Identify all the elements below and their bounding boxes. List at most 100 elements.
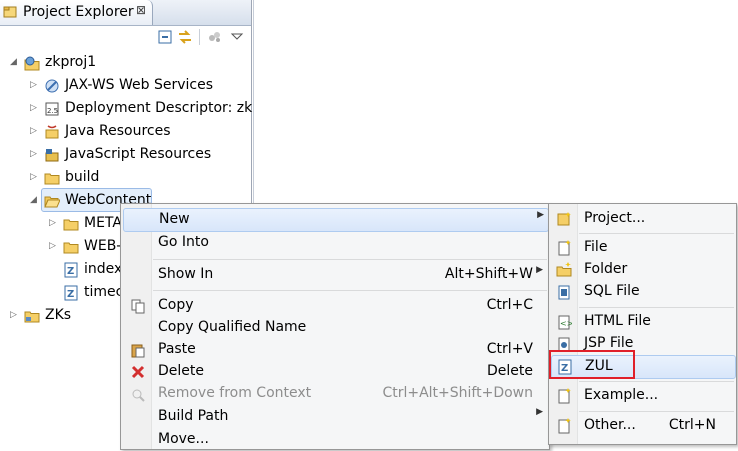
menu-item-label: Delete (158, 363, 204, 379)
tree-item-label: zkproj1 (45, 54, 97, 70)
submenu-item-sql-file[interactable]: SQL File (551, 281, 734, 303)
menu-item-show-in[interactable]: Show In Alt+Shift+W ▶ (123, 264, 547, 286)
submenu-item-label: HTML File (584, 313, 651, 329)
submenu-item-other[interactable]: Other... Ctrl+N (551, 415, 734, 437)
tree-item-label: JavaScript Resources (65, 146, 212, 162)
tree-item-label: JAX-WS Web Services (65, 77, 214, 93)
view-tab-bar: Project Explorer ⊠ (0, 0, 251, 26)
folder-open-icon (44, 193, 61, 209)
submenu-item-folder[interactable]: Folder (551, 259, 734, 281)
menu-item-new[interactable]: New ▶ (123, 208, 549, 232)
menu-item-paste[interactable]: Paste Ctrl+V (123, 339, 547, 361)
submenu-item-label: SQL File (584, 283, 640, 299)
submenu-arrow-icon: ▶ (536, 265, 543, 275)
javascript-resources-icon (44, 147, 60, 163)
menu-item-copy-qualified-name[interactable]: Copy Qualified Name (123, 317, 547, 339)
tree-item-label: Deployment Descriptor: zkp (65, 100, 262, 116)
submenu-item-shortcut: Ctrl+N (668, 417, 716, 433)
zul-file-icon: Z (63, 262, 79, 278)
folder-icon (63, 216, 79, 232)
menu-item-build-path[interactable]: Build Path ▶ (123, 406, 547, 428)
menu-item-shortcut: Alt+Shift+W (444, 266, 533, 282)
menu-item-shortcut: Ctrl+C (486, 297, 533, 313)
submenu-item-label: File (584, 239, 608, 255)
collapse-all-icon[interactable] (156, 28, 174, 46)
tree-item[interactable]: ▷ build (0, 167, 251, 188)
new-file-icon (556, 240, 572, 256)
tree-item[interactable]: ▷ JavaScript Resources (0, 144, 251, 165)
collapsed-arrow-icon[interactable]: ▷ (30, 98, 40, 119)
menu-item-shortcut: Delete (487, 363, 533, 379)
menu-separator (579, 233, 734, 234)
tree-item-label: build (65, 169, 100, 185)
tree-item[interactable]: ◢ zkproj1 (0, 52, 251, 73)
paste-icon (130, 342, 146, 358)
menu-item-shortcut: Ctrl+Alt+Shift+Down (382, 385, 533, 401)
new-project-icon (556, 211, 572, 227)
menu-item-label: Copy (158, 297, 194, 313)
close-icon[interactable]: ⊠ (136, 3, 146, 17)
submenu-item-project[interactable]: Project... (551, 208, 734, 230)
collapsed-arrow-icon[interactable]: ▷ (30, 75, 40, 96)
collapsed-arrow-icon[interactable]: ▷ (30, 121, 40, 142)
project-explorer-icon (3, 6, 17, 18)
submenu-item-file[interactable]: File (551, 237, 734, 259)
menu-item-label: Paste (158, 341, 196, 357)
remove-context-icon (130, 386, 146, 402)
tree-item-label: index (84, 261, 123, 277)
example-icon (556, 388, 572, 404)
menu-item-label: Copy Qualified Name (158, 319, 307, 335)
submenu-item-label: Example... (584, 387, 659, 403)
collapsed-arrow-icon[interactable]: ▷ (30, 167, 40, 188)
view-menu-icon[interactable] (228, 28, 246, 46)
svg-text:Z: Z (67, 266, 74, 277)
sql-file-icon (556, 284, 572, 300)
menu-item-remove-from-context[interactable]: Remove from Context Ctrl+Alt+Shift+Down (123, 383, 547, 405)
filters-icon[interactable] (206, 28, 224, 46)
svg-text:<>: <> (560, 319, 572, 328)
new-folder-icon (556, 262, 572, 278)
submenu-item-label: Other... (584, 417, 636, 433)
tree-item-label: ZKs (45, 307, 72, 323)
collapsed-arrow-icon[interactable]: ▷ (10, 305, 20, 326)
collapsed-arrow-icon[interactable]: ▷ (49, 213, 59, 234)
delete-icon (130, 364, 146, 380)
web-project-icon (24, 55, 40, 71)
menu-item-copy[interactable]: Copy Ctrl+C (123, 295, 547, 317)
menu-item-label: Go Into (158, 234, 209, 250)
svg-text:Z: Z (67, 289, 74, 300)
menu-item-delete[interactable]: Delete Delete (123, 361, 547, 383)
menu-item-label: New (159, 211, 190, 227)
menu-item-label: Move... (158, 431, 209, 447)
tree-item[interactable]: ▷ Java Resources (0, 121, 251, 142)
submenu-arrow-icon: ▶ (536, 407, 543, 417)
submenu-item-example[interactable]: Example... (551, 385, 734, 407)
tree-item[interactable]: ▷ 2.5 Deployment Descriptor: zkp (0, 98, 261, 119)
menu-separator (579, 381, 734, 382)
menu-item-label: Remove from Context (158, 385, 312, 401)
project-explorer-tab[interactable]: Project Explorer ⊠ (0, 0, 153, 25)
submenu-arrow-icon: ▶ (537, 210, 544, 220)
project-folder-icon (24, 308, 40, 324)
tree-item[interactable]: ▷ JAX-WS Web Services (0, 75, 251, 96)
html-file-icon: <> (556, 314, 573, 330)
expanded-arrow-icon[interactable]: ◢ (30, 190, 40, 211)
tree-item-label: Java Resources (65, 123, 171, 139)
menu-separator (153, 290, 547, 291)
collapsed-arrow-icon[interactable]: ▷ (30, 144, 40, 165)
menu-item-label: Build Path (158, 408, 229, 424)
collapsed-arrow-icon[interactable]: ▷ (49, 236, 59, 257)
other-wizard-icon (556, 418, 572, 434)
view-toolbar (0, 26, 251, 50)
submenu-item-html-file[interactable]: <> HTML File (551, 311, 734, 333)
deployment-descriptor-icon: 2.5 (44, 101, 60, 117)
expanded-arrow-icon[interactable]: ◢ (10, 52, 20, 73)
menu-separator (579, 411, 734, 412)
menu-item-move[interactable]: Move... (123, 429, 547, 451)
menu-item-go-into[interactable]: Go Into (123, 232, 547, 254)
link-with-editor-icon[interactable] (176, 28, 194, 46)
webservices-icon (44, 78, 60, 94)
menu-item-shortcut: Ctrl+V (486, 341, 533, 357)
submenu-item-label: JSP File (584, 335, 634, 351)
java-resources-icon (44, 124, 60, 140)
